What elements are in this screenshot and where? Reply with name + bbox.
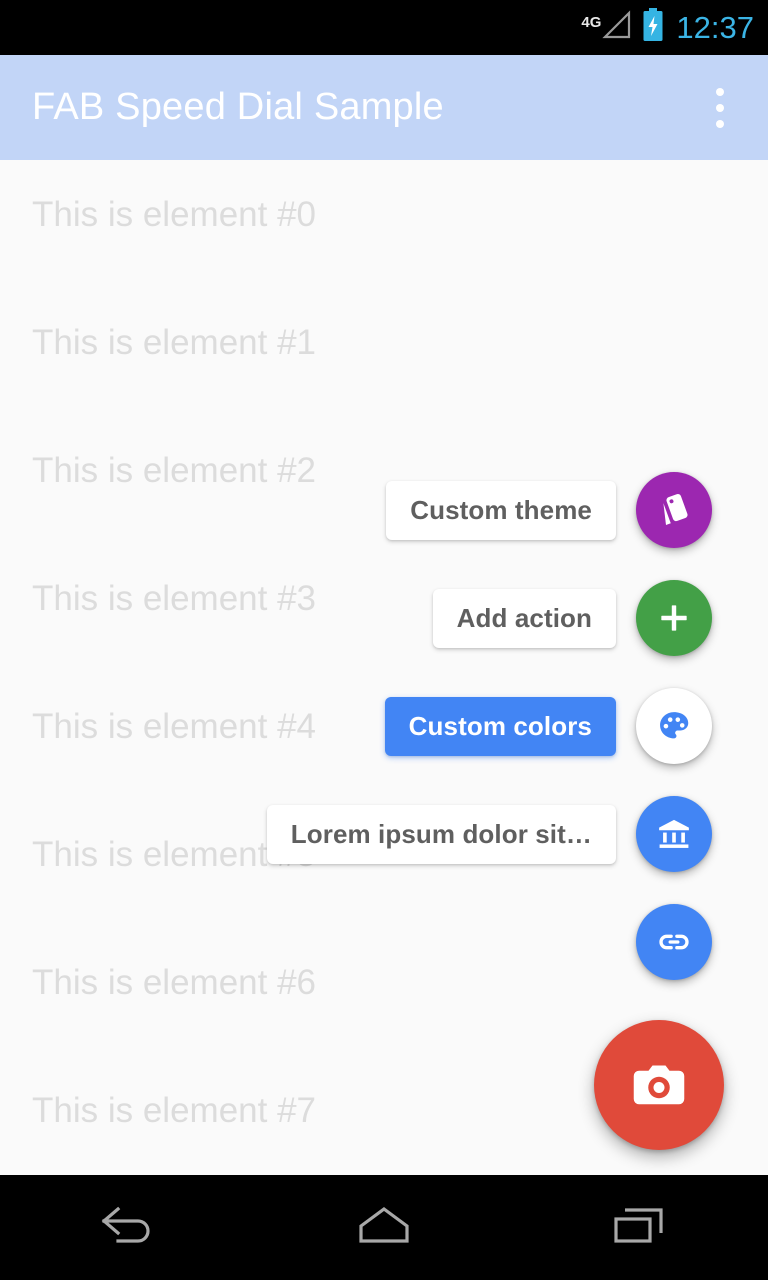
speed-dial-action[interactable]: Custom colors [0,678,768,774]
list-item-label: This is element #7 [32,1091,317,1130]
camera-icon [629,1055,689,1115]
overflow-dot [716,119,724,128]
palette-icon [655,707,693,745]
style-cards-icon [655,491,693,529]
speed-dial-mini-fab[interactable] [636,796,712,872]
app-bar: FAB Speed Dial Sample [0,55,768,160]
speed-dial-mini-fab[interactable] [636,472,712,548]
overflow-dot [716,103,724,112]
status-bar: 4G 12:37 [0,0,768,55]
speed-dial-action[interactable]: Custom theme [0,462,768,558]
speed-dial-action[interactable]: Lorem ipsum dolor sit… [0,786,768,882]
speed-dial-action-label[interactable]: Custom colors [384,696,616,756]
device-screen: 4G 12:37 FAB Speed Dial Sample This is e… [0,0,768,1280]
link-icon [655,923,693,961]
nav-back-button[interactable] [53,1175,203,1280]
status-bar-clock: 12:37 [676,10,754,45]
nav-recents-button[interactable] [565,1175,715,1280]
system-navigation-bar [0,1175,768,1280]
battery-charging-icon [642,8,664,47]
speed-dial-mini-fab[interactable] [636,688,712,764]
list-item[interactable]: This is element #7 [32,1086,632,1136]
page-title: FAB Speed Dial Sample [32,86,444,128]
list-item-label: This is element #0 [32,195,317,234]
speed-dial-mini-fab[interactable] [636,580,712,656]
signal-triangle-icon [602,9,632,46]
speed-dial-action[interactable]: Add action [0,570,768,666]
list-item[interactable]: This is element #0 [32,190,632,240]
nav-home-button[interactable] [309,1175,459,1280]
speed-dial-action-label[interactable]: Add action [432,588,616,648]
speed-dial-action[interactable] [0,894,768,990]
speed-dial-action-label[interactable]: Custom theme [386,480,616,540]
speed-dial-action-label[interactable]: Lorem ipsum dolor sit… [266,804,616,864]
list-item-label: This is element #1 [32,323,317,362]
overflow-dot [716,87,724,96]
plus-icon [655,599,693,637]
back-arrow-icon [96,1205,160,1250]
home-icon [354,1204,414,1251]
main-fab[interactable] [594,1020,724,1150]
list-item[interactable]: This is element #1 [32,318,632,368]
speed-dial-mini-fab[interactable] [636,904,712,980]
network-type-label: 4G [581,14,602,31]
recents-icon [611,1203,669,1252]
network-status: 4G [581,9,632,46]
more-vert-icon[interactable] [698,76,742,140]
account-balance-icon [655,815,693,853]
